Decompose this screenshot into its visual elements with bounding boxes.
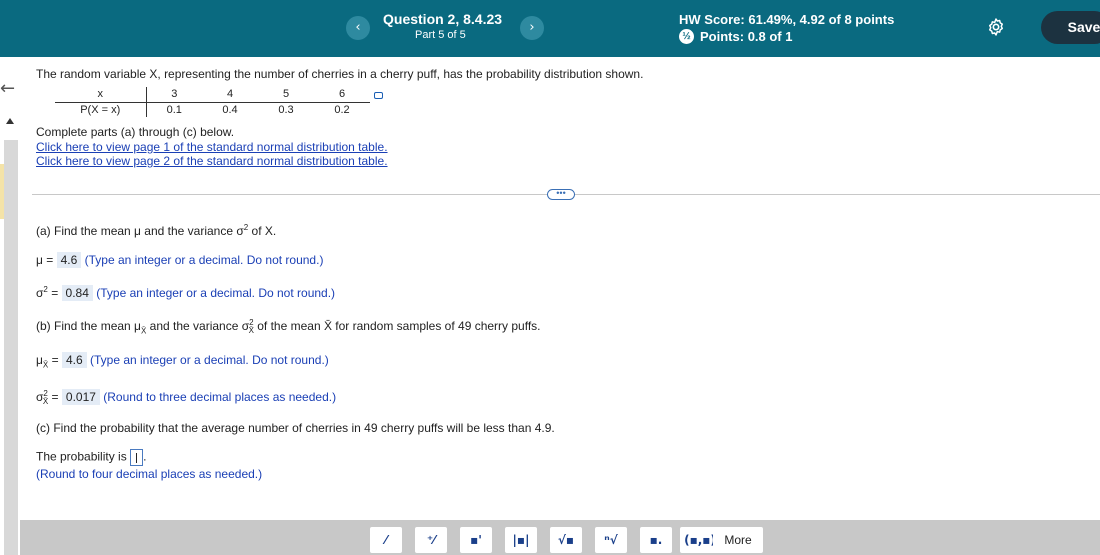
points: ½ Points: 0.8 of 1	[679, 29, 792, 44]
hw-score-value: 61.49%, 4.92 of 8 points	[748, 12, 895, 27]
exponent-tool-button[interactable]: ▪'	[460, 527, 492, 553]
x-value: 5	[258, 87, 314, 103]
fraction-tool-button[interactable]: ⁄	[370, 527, 402, 553]
x-value: 4	[202, 87, 258, 103]
variance-hint: (Type an integer or a decimal. Do not ro…	[96, 286, 336, 300]
scroll-highlight	[0, 164, 4, 219]
p-value: 0.4	[222, 103, 238, 116]
scrollbar-track[interactable]	[4, 140, 18, 555]
distribution-table: x 3 4 5 6 P(X = x) 0.1 0.4 0.3 0.2	[55, 87, 370, 117]
hw-score-label: HW Score:	[679, 12, 745, 27]
back-arrow-icon[interactable]: ←	[0, 78, 15, 99]
square-root-tool-button[interactable]: √▪	[550, 527, 582, 553]
problem-statement: The random variable X, representing the …	[36, 67, 644, 81]
sample-variance-hint: (Round to three decimal places as needed…	[103, 390, 337, 404]
mixed-number-tool-button[interactable]: ⁺⁄	[415, 527, 447, 553]
p-value: 0.3	[278, 103, 294, 116]
partial-credit-icon: ½	[679, 29, 694, 44]
mean-hint: (Type an integer or a decimal. Do not ro…	[84, 253, 324, 267]
normal-table-page2-link[interactable]: Click here to view page 2 of the standar…	[36, 154, 388, 168]
subscript-tool-button[interactable]: ▪.	[640, 527, 672, 553]
part-a-mean-row: μ = 4.6 (Type an integer or a decimal. D…	[36, 252, 324, 268]
mean-label: μ =	[36, 253, 54, 267]
normal-table-page1-link[interactable]: Click here to view page 1 of the standar…	[36, 140, 388, 154]
part-b-variance-row: σ2X̄ = 0.017 (Round to three decimal pla…	[36, 389, 336, 406]
absolute-value-tool-button[interactable]: |▪|	[505, 527, 537, 553]
points-value: 0.8 of 1	[747, 29, 793, 44]
previous-part-button[interactable]: ‹	[346, 16, 370, 40]
part-a-question: (a) Find the mean μ and the variance σ2 …	[36, 223, 277, 238]
sample-mean-hint: (Type an integer or a decimal. Do not ro…	[89, 353, 329, 367]
p-header: P(X = x)	[55, 102, 147, 117]
sample-variance-label: σ2X̄ =	[36, 389, 59, 407]
gear-icon[interactable]	[986, 17, 1006, 37]
variance-label: σ2 =	[36, 285, 59, 300]
p-value: 0.2	[334, 103, 350, 116]
copy-table-icon[interactable]	[374, 92, 383, 99]
sample-mean-answer[interactable]: 4.6	[61, 352, 87, 368]
sample-variance-answer[interactable]: 0.017	[61, 389, 100, 405]
x-value: 6	[314, 87, 370, 103]
question-part: Part 5 of 5	[415, 29, 466, 41]
x-value: 3	[146, 87, 202, 103]
expand-ellipsis-button[interactable]: •••	[547, 189, 575, 200]
more-tools-button[interactable]: More	[713, 527, 763, 553]
probability-label: The probability is	[36, 449, 127, 464]
mean-answer[interactable]: 4.6	[56, 252, 82, 268]
save-button[interactable]: Save	[1041, 11, 1100, 44]
variance-answer[interactable]: 0.84	[61, 285, 93, 301]
scroll-up-arrow[interactable]	[6, 118, 14, 124]
math-toolbar: ⁄ ⁺⁄ ▪' |▪| √▪ ⁿ√ ▪. (▪,▪) More	[20, 520, 1100, 555]
part-c-answer-row: The probability is .	[36, 449, 146, 466]
x-header: x	[55, 87, 147, 103]
sample-mean-label: μX̄ =	[36, 353, 59, 370]
question-title: Question 2, 8.4.23	[383, 11, 503, 27]
instruction: Complete parts (a) through (c) below.	[36, 125, 235, 139]
part-c-hint: (Round to four decimal places as needed.…	[36, 467, 263, 481]
probability-input[interactable]	[130, 449, 144, 466]
top-bar: ‹ Question 2, 8.4.23 Part 5 of 5 › HW Sc…	[0, 0, 1100, 57]
next-part-button[interactable]: ›	[520, 16, 544, 40]
part-b-question: (b) Find the mean μX̄ and the variance σ…	[36, 318, 541, 336]
nth-root-tool-button[interactable]: ⁿ√	[595, 527, 627, 553]
p-value: 0.1	[166, 103, 182, 116]
points-label: Points:	[700, 29, 745, 44]
part-a-variance-row: σ2 = 0.84 (Type an integer or a decimal.…	[36, 285, 336, 301]
part-b-mean-row: μX̄ = 4.6 (Type an integer or a decimal.…	[36, 352, 329, 370]
hw-score: HW Score: 61.49%, 4.92 of 8 points	[679, 12, 894, 27]
part-c-question: (c) Find the probability that the averag…	[36, 421, 555, 435]
